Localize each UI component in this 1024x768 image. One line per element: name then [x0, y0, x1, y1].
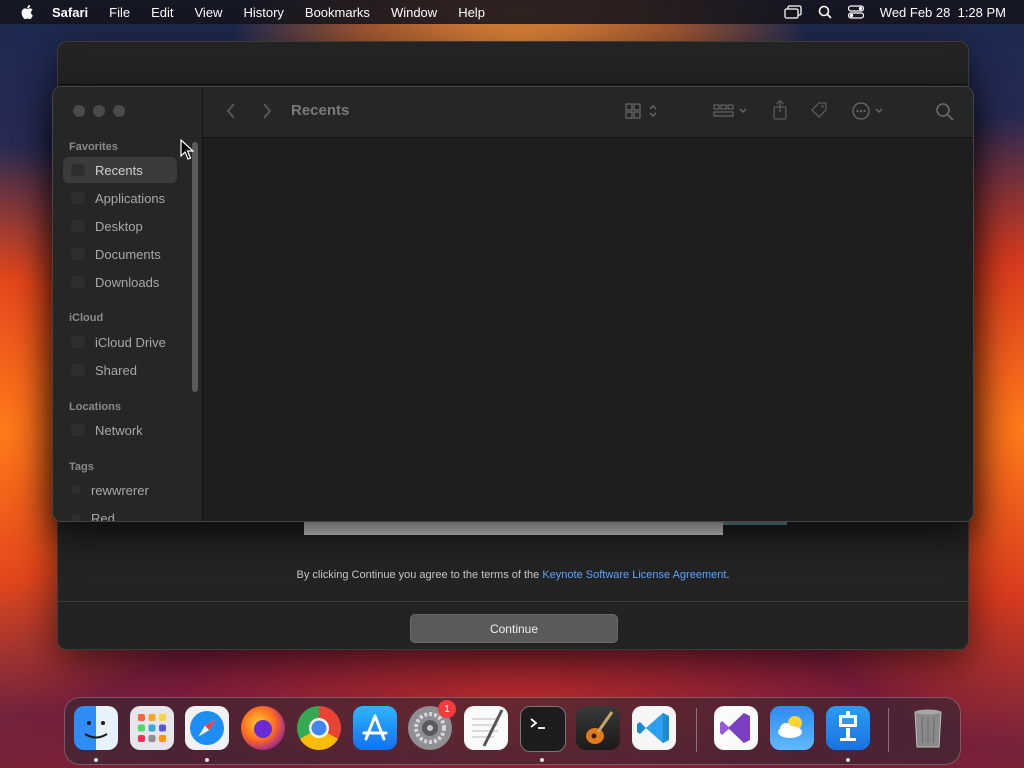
visual-studio-icon[interactable]: [714, 706, 758, 750]
apple-icon[interactable]: [20, 5, 34, 19]
keynote-icon[interactable]: [826, 706, 870, 750]
sidebar-item-downloads[interactable]: Downloads: [63, 269, 177, 295]
sidebar-item-label: Shared: [95, 362, 137, 378]
search-icon[interactable]: [935, 102, 955, 122]
menu-file[interactable]: File: [109, 5, 130, 20]
section-favorites: Favorites: [69, 141, 118, 153]
close-button[interactable]: [73, 105, 85, 117]
dock-separator: [696, 708, 697, 752]
menu-help[interactable]: Help: [458, 5, 485, 20]
control-center-icon[interactable]: [847, 5, 864, 19]
desktop-icon: [71, 220, 85, 232]
menu-history[interactable]: History: [243, 5, 283, 20]
license-agreement-link[interactable]: Keynote Software License Agreement: [542, 569, 726, 581]
sidebar-scrollbar[interactable]: [192, 142, 198, 392]
icon-view-grid-icon[interactable]: [625, 102, 659, 120]
finder-icon[interactable]: [74, 706, 118, 750]
garageband-icon[interactable]: [576, 706, 620, 750]
trash-icon[interactable]: [906, 706, 950, 750]
firefox-icon[interactable]: [241, 706, 285, 750]
textedit-icon[interactable]: [464, 706, 508, 750]
group-by-icon[interactable]: [713, 102, 749, 120]
notification-badge: 1: [438, 700, 456, 718]
sidebar-item-label: Recents: [95, 162, 143, 178]
tag-icon[interactable]: [809, 100, 829, 120]
network-icon: [71, 424, 85, 436]
dock-separator: [888, 708, 889, 752]
sidebar-item-recents[interactable]: Recents: [63, 157, 177, 183]
installer-content-accent: [723, 522, 787, 525]
sidebar-item-label: Red: [91, 510, 115, 522]
finder-file-list[interactable]: [203, 138, 973, 521]
sidebar-item-label: Network: [95, 422, 143, 438]
zoom-button[interactable]: [113, 105, 125, 117]
sidebar-item-label: Downloads: [95, 274, 160, 290]
finder-toolbar: Recents: [203, 87, 973, 138]
menu-bar: Safari File Edit View History Bookmarks …: [0, 0, 1024, 24]
license-terms-text: By clicking Continue you agree to the te…: [58, 569, 968, 581]
tag-dot-icon: [71, 513, 81, 521]
sidebar-item-network[interactable]: Network: [63, 417, 177, 443]
running-indicator: [205, 758, 209, 762]
sidebar-item-desktop[interactable]: Desktop: [63, 213, 177, 239]
window-controls: [73, 105, 125, 117]
running-indicator: [846, 758, 850, 762]
sidebar-item-label: rewwrerer: [91, 482, 149, 498]
mouse-cursor-icon: [180, 139, 194, 160]
clock-icon: [71, 164, 85, 176]
sidebar-item-documents[interactable]: Documents: [63, 241, 177, 267]
sidebar-item-tag-red[interactable]: Red: [63, 505, 177, 522]
sidebar-item-label: iCloud Drive: [95, 334, 166, 350]
app-store-icon[interactable]: [353, 706, 397, 750]
sidebar-item-label: Applications: [95, 190, 166, 206]
installer-titlebar: [58, 42, 968, 85]
more-actions-icon[interactable]: [851, 101, 887, 121]
menu-datetime[interactable]: Wed Feb 28 1:28 PM: [880, 5, 1006, 20]
system-settings-icon[interactable]: 1: [408, 700, 456, 750]
document-icon: [71, 248, 85, 260]
terminal-icon[interactable]: [520, 706, 566, 752]
spotlight-search-icon[interactable]: [818, 5, 832, 19]
running-indicator: [94, 758, 98, 762]
sidebar-item-applications[interactable]: Applications: [63, 185, 177, 211]
finder-title: Recents: [291, 102, 350, 119]
dock: 1: [64, 697, 961, 765]
minimize-button[interactable]: [93, 105, 105, 117]
menu-app-name[interactable]: Safari: [52, 5, 88, 20]
section-locations: Locations: [69, 401, 121, 413]
tag-dot-icon: [71, 485, 81, 495]
screen-mirroring-icon[interactable]: [784, 5, 802, 19]
sidebar-item-label: Documents: [95, 246, 161, 262]
share-icon[interactable]: [771, 99, 789, 121]
applications-icon: [71, 192, 85, 204]
safari-icon[interactable]: [185, 706, 229, 750]
forward-chevron-icon[interactable]: [261, 101, 273, 121]
section-tags: Tags: [69, 461, 94, 473]
vscode-icon[interactable]: [632, 706, 676, 750]
menu-bookmarks[interactable]: Bookmarks: [305, 5, 370, 20]
installer-divider: [58, 601, 968, 602]
terms-suffix: .: [726, 569, 730, 581]
terms-prefix: By clicking Continue you agree to the te…: [296, 569, 540, 581]
continue-button[interactable]: Continue: [410, 614, 618, 643]
sidebar-item-shared[interactable]: Shared: [63, 357, 177, 383]
menu-view[interactable]: View: [195, 5, 223, 20]
menu-edit[interactable]: Edit: [151, 5, 173, 20]
launchpad-icon[interactable]: [130, 706, 174, 750]
installer-content-bar: [304, 522, 723, 535]
section-icloud: iCloud: [69, 312, 104, 324]
back-chevron-icon[interactable]: [225, 101, 237, 121]
shared-folder-icon: [71, 364, 85, 376]
sidebar-item-label: Desktop: [95, 218, 143, 234]
download-icon: [71, 276, 85, 288]
sidebar-item-tag-rewwrerer[interactable]: rewwrerer: [63, 477, 177, 503]
sidebar-item-icloud-drive[interactable]: iCloud Drive: [63, 329, 177, 355]
menu-window[interactable]: Window: [391, 5, 437, 20]
weather-icon[interactable]: [770, 706, 814, 750]
running-indicator: [540, 758, 544, 762]
cloud-icon: [71, 336, 85, 348]
chrome-icon[interactable]: [297, 706, 341, 750]
